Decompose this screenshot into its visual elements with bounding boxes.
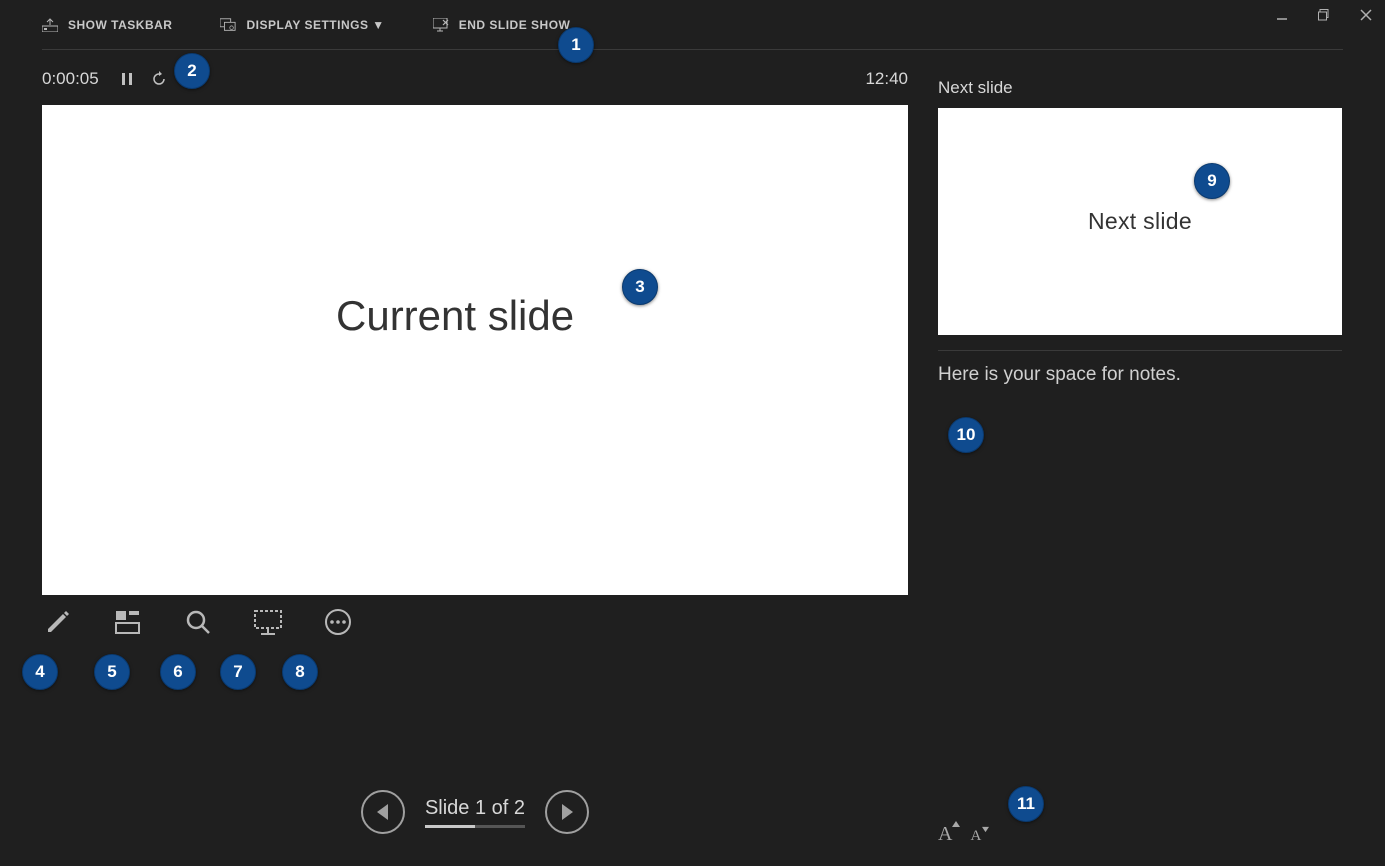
annotation-badge-6: 6 (160, 654, 196, 690)
annotation-badge-11: 11 (1008, 786, 1044, 822)
taskbar-icon (42, 17, 58, 33)
decrease-font-button[interactable]: A (970, 828, 981, 845)
current-slide-preview[interactable]: Current slide (42, 105, 908, 595)
progress-fill (425, 825, 475, 828)
close-button[interactable] (1359, 8, 1373, 22)
annotation-badge-8: 8 (282, 654, 318, 690)
annotation-badge-10: 10 (948, 417, 984, 453)
annotation-badge-7: 7 (220, 654, 256, 690)
increase-font-button[interactable]: A (938, 823, 952, 846)
end-slide-show-button[interactable]: END SLIDE SHOW (433, 17, 571, 33)
slide-tools (42, 606, 354, 638)
presenter-view: SHOW TASKBAR DISPLAY SETTINGS ▼ END SLID… (0, 0, 1385, 866)
slide-nav: Slide 1 of 2 (42, 790, 908, 834)
current-slide-text: Current slide (336, 292, 574, 340)
next-slide-button[interactable] (545, 790, 589, 834)
show-taskbar-label: SHOW TASKBAR (68, 18, 172, 32)
end-slide-show-label: END SLIDE SHOW (459, 18, 571, 32)
separator (938, 350, 1342, 351)
annotation-badge-2: 2 (174, 53, 210, 89)
display-settings-icon (220, 17, 236, 33)
notes-area[interactable]: Here is your space for notes. (938, 364, 1342, 386)
next-slide-preview[interactable]: Next slide (938, 108, 1342, 335)
next-slide-label: Next slide (938, 78, 1013, 98)
zoom-button[interactable] (182, 606, 214, 638)
top-toolbar: SHOW TASKBAR DISPLAY SETTINGS ▼ END SLID… (42, 0, 1343, 50)
timer-row: 0:00:05 12:40 (42, 60, 1343, 98)
display-settings-label: DISPLAY SETTINGS ▼ (246, 18, 384, 32)
pen-tool-button[interactable] (42, 606, 74, 638)
pause-button[interactable] (121, 72, 133, 86)
see-all-slides-button[interactable] (112, 606, 144, 638)
reset-button[interactable] (151, 71, 167, 87)
annotation-badge-9: 9 (1194, 163, 1230, 199)
slide-counter-block: Slide 1 of 2 (425, 797, 525, 828)
black-screen-button[interactable] (252, 606, 284, 638)
next-slide-text: Next slide (1088, 208, 1192, 235)
annotation-badge-4: 4 (22, 654, 58, 690)
font-size-controls: A A (938, 823, 981, 846)
clock-time: 12:40 (865, 69, 908, 89)
annotation-badge-3: 3 (622, 269, 658, 305)
display-settings-button[interactable]: DISPLAY SETTINGS ▼ (220, 17, 384, 33)
end-show-icon (433, 17, 449, 33)
annotation-badge-1: 1 (558, 27, 594, 63)
slide-progress (425, 825, 525, 828)
annotation-badge-5: 5 (94, 654, 130, 690)
show-taskbar-button[interactable]: SHOW TASKBAR (42, 17, 172, 33)
prev-slide-button[interactable] (361, 790, 405, 834)
elapsed-time: 0:00:05 (42, 69, 99, 89)
slide-counter: Slide 1 of 2 (425, 797, 525, 820)
more-options-button[interactable] (322, 606, 354, 638)
